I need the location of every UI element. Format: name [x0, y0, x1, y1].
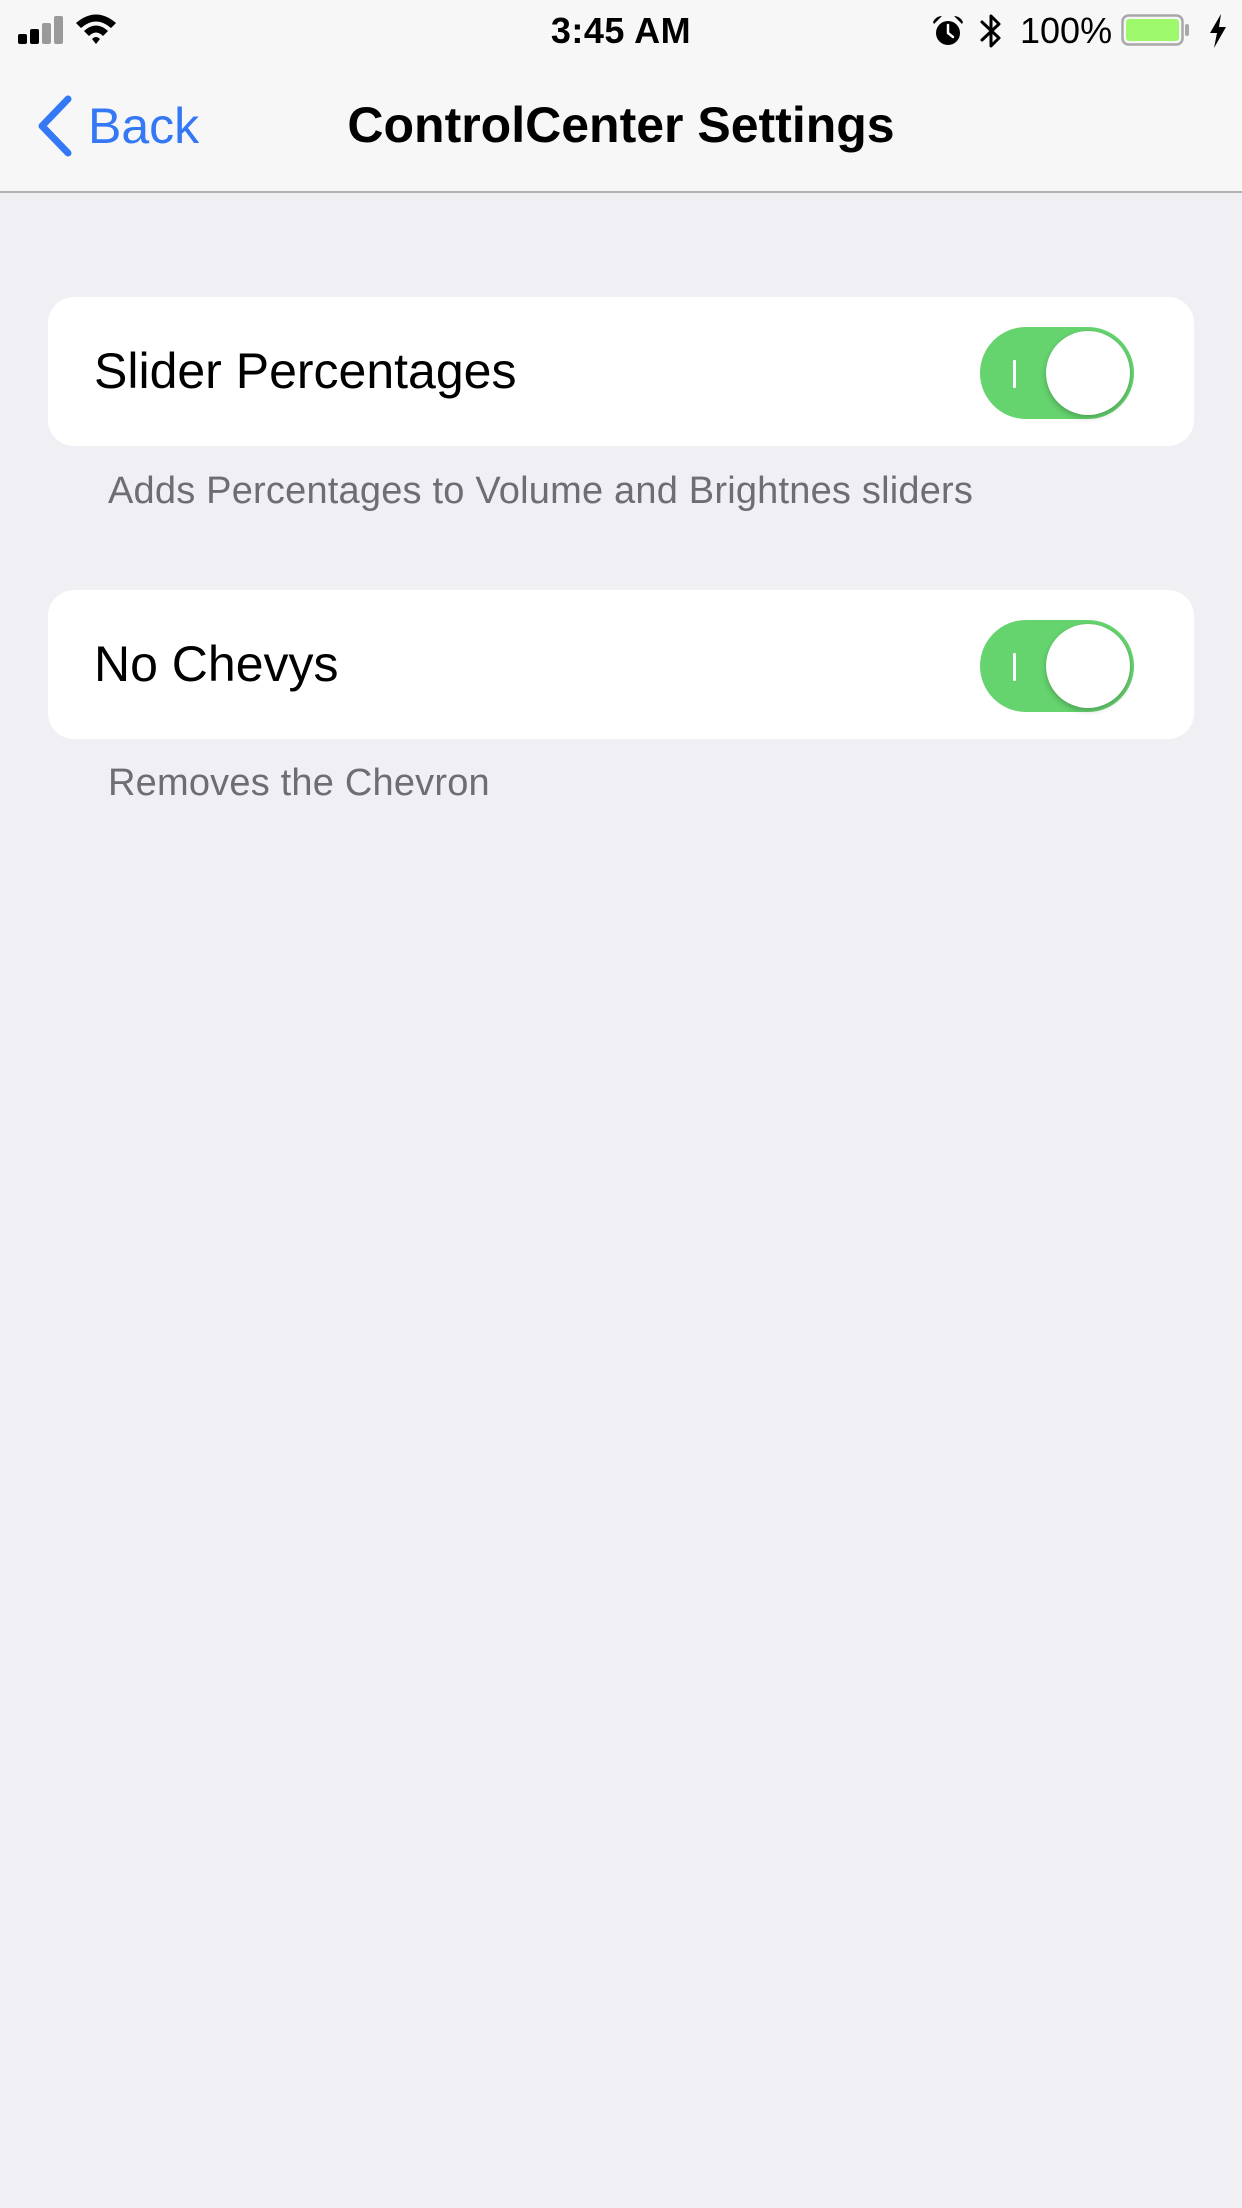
charging-icon: [1210, 14, 1226, 48]
alarm-icon: [933, 16, 963, 45]
setting-row-slider-percentages: Slider Percentages: [48, 297, 1194, 446]
battery-percent: 100%: [1020, 10, 1113, 51]
bluetooth-icon: [980, 14, 1001, 48]
toggle-knob: [1046, 331, 1130, 415]
toggle-on-mark: [1013, 653, 1016, 681]
setting-label: No Chevys: [94, 636, 339, 692]
no-chevys-toggle[interactable]: [980, 620, 1134, 712]
slider-percentages-toggle[interactable]: [980, 327, 1134, 419]
navigation-bar: Back ControlCenter Settings: [0, 60, 1242, 193]
status-bar: 3:45 AM 100%: [0, 0, 1242, 60]
setting-footer: Removes the Chevron: [108, 762, 490, 804]
setting-label: Slider Percentages: [94, 343, 517, 399]
toggle-on-mark: [1013, 360, 1016, 388]
toggle-knob: [1046, 624, 1130, 708]
battery-icon: [1121, 14, 1189, 46]
page-title: ControlCenter Settings: [347, 97, 895, 153]
setting-row-no-chevys: No Chevys: [48, 590, 1194, 739]
setting-footer: Adds Percentages to Volume and Brightnes…: [108, 470, 974, 512]
